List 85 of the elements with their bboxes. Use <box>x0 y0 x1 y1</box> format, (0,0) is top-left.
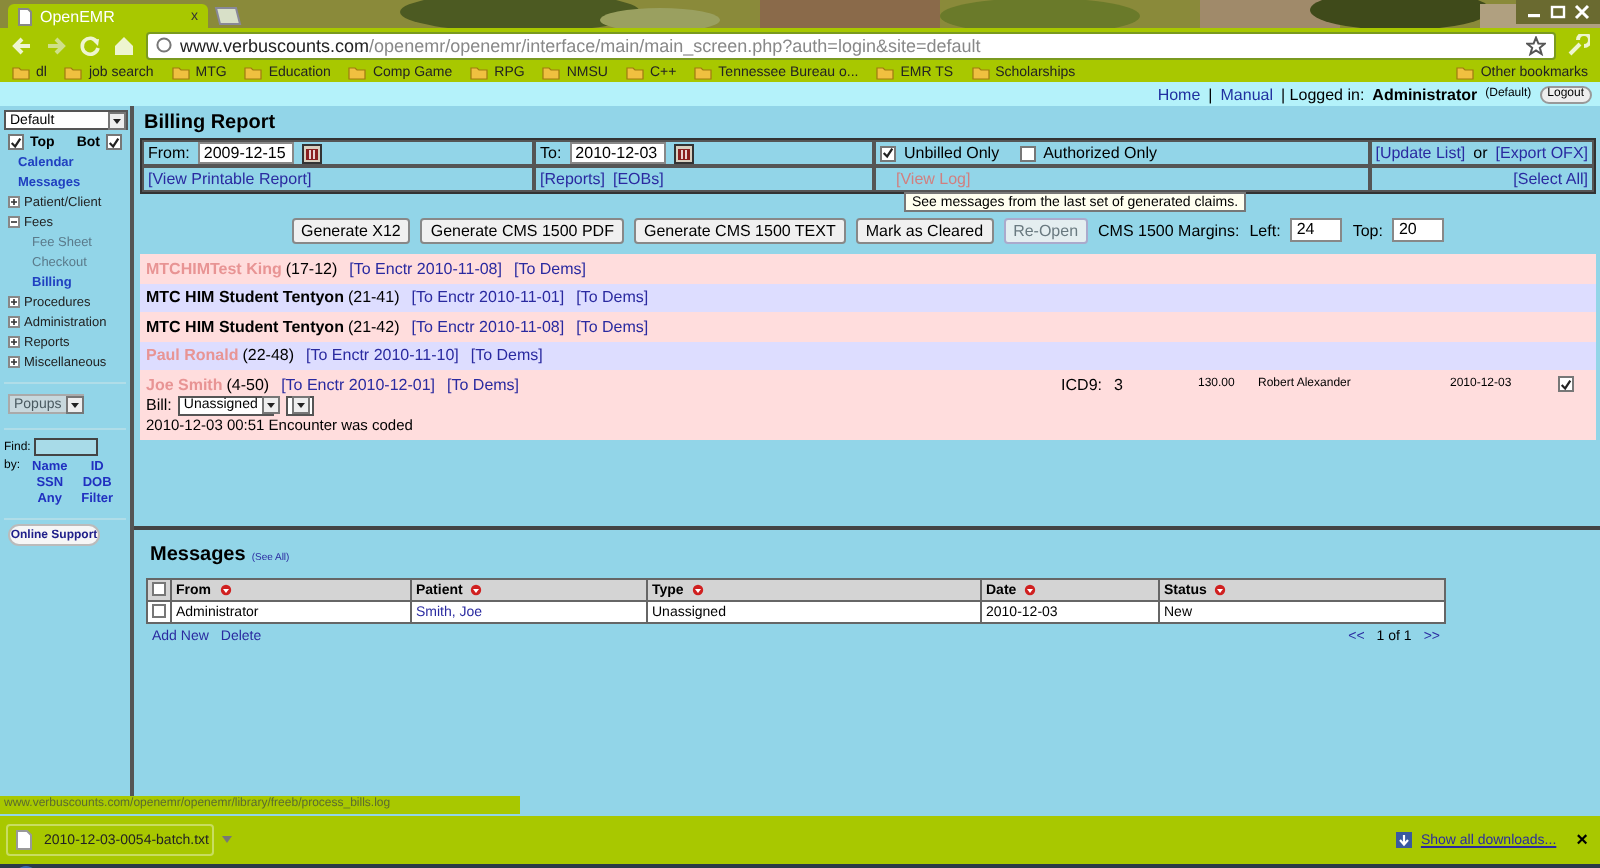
collapse-icon[interactable] <box>8 216 20 228</box>
new-tab-icon[interactable] <box>212 6 244 26</box>
link[interactable]: [To Enctr 2010-11-08] <box>349 259 502 278</box>
sort-icon[interactable] <box>470 584 483 596</box>
user-name: Administrator <box>1372 85 1478 103</box>
icd-code: 3 <box>1114 375 1125 394</box>
link[interactable]: [To Dems] <box>576 288 649 307</box>
caret-icon <box>221 836 231 844</box>
encounter-code: (22-48) <box>242 346 295 365</box>
expand-icon[interactable] <box>8 336 20 348</box>
checkbox[interactable] <box>152 603 166 617</box>
label: ICD9: <box>1061 375 1102 394</box>
link[interactable]: [To Dems] <box>447 375 520 394</box>
link[interactable]: [To Enctr 2010-11-10] <box>306 346 459 365</box>
link[interactable]: [To Enctr 2010-12-01] <box>281 375 436 394</box>
label: or <box>1473 144 1488 162</box>
action-button[interactable]: Generate CMS 1500 TEXT <box>633 217 846 243</box>
sort-icon[interactable] <box>1024 584 1037 596</box>
label: Left: <box>1249 221 1281 239</box>
caret-icon <box>291 396 310 415</box>
nav-link[interactable]: Manual <box>1220 85 1273 103</box>
encounter-code: (17-12) <box>285 259 338 278</box>
encounter-code: (21-41) <box>347 288 400 307</box>
address-bar[interactable]: www.verbuscounts.com/openemr/openemr/interface/main/main_screen.php?auth=login&site=default <box>146 31 1556 59</box>
patient-name[interactable]: MTC HIM Student Tentyon <box>146 288 344 307</box>
url-text: www.verbuscounts.com/openemr/openemr/interface/main/main_screen.php?auth=login&site=default <box>180 35 981 55</box>
calendar-icon[interactable] <box>673 143 694 163</box>
action-button[interactable]: Re-Open <box>1003 217 1089 243</box>
checkbox[interactable] <box>8 134 24 150</box>
label: Bill: <box>146 396 172 415</box>
expand-icon[interactable] <box>8 196 20 208</box>
section-title: Messages <box>148 544 246 570</box>
sort-icon[interactable] <box>219 584 231 596</box>
search-field[interactable] <box>34 438 99 456</box>
number-field[interactable]: 20 <box>1392 218 1445 242</box>
caret-icon <box>108 111 126 129</box>
link[interactable]: [To Dems] <box>470 346 543 365</box>
file-icon <box>16 830 32 850</box>
page-title: Billing Report <box>142 112 278 138</box>
link[interactable]: [To Dems] <box>576 317 649 336</box>
label: Top: <box>1352 221 1383 239</box>
label: CMS 1500 Margins: <box>1098 221 1240 239</box>
link[interactable]: [Export OFX] <box>1495 144 1588 162</box>
link[interactable]: [Update List] <box>1375 144 1466 162</box>
link[interactable]: [Reports] <box>540 170 605 188</box>
label: | <box>1208 85 1213 103</box>
link[interactable]: [To Enctr 2010-11-08] <box>411 317 565 336</box>
checkbox[interactable] <box>152 581 166 595</box>
tab-title: OpenEMR <box>40 7 117 25</box>
caret-icon <box>261 396 280 415</box>
close-icon[interactable] <box>1572 4 1592 20</box>
label: From: <box>148 144 190 162</box>
caret-icon <box>65 395 84 413</box>
label: Unbilled Only <box>904 144 1000 162</box>
encounter-code: (4-50) <box>226 375 270 394</box>
number-field[interactable]: 24 <box>1290 218 1343 242</box>
link[interactable]: [EOBs] <box>612 170 664 188</box>
label: | Logged in: <box>1281 85 1365 103</box>
star-icon[interactable] <box>1526 35 1546 55</box>
date-field[interactable]: 2009-12-15 <box>197 142 294 164</box>
encounter-code: (21-42) <box>347 317 400 336</box>
close-button[interactable]: × <box>1576 829 1588 851</box>
restore-icon[interactable] <box>1548 4 1568 20</box>
download-icon <box>1396 832 1413 848</box>
link[interactable]: [To Enctr 2010-11-01] <box>411 288 565 307</box>
label: To: <box>540 144 562 162</box>
expand-icon[interactable] <box>8 296 20 308</box>
checkbox[interactable] <box>106 134 122 150</box>
action-button[interactable]: Mark as Cleared <box>855 217 994 243</box>
date-field[interactable]: 2010-12-03 <box>569 142 666 164</box>
dropdown[interactable] <box>285 395 314 416</box>
sort-icon[interactable] <box>691 584 704 596</box>
checkbox[interactable] <box>1558 376 1574 393</box>
expand-icon[interactable] <box>8 356 20 368</box>
checkbox[interactable] <box>880 145 896 161</box>
expand-icon[interactable] <box>8 316 20 328</box>
sort-icon[interactable] <box>1214 584 1227 596</box>
checkbox[interactable] <box>1019 145 1036 161</box>
calendar-icon[interactable] <box>301 143 322 163</box>
nav-link[interactable]: Home <box>1157 85 1201 103</box>
patient-name[interactable]: MTC HIM Student Tentyon <box>146 317 344 336</box>
link[interactable]: [To Dems] <box>513 259 586 278</box>
label: Authorized Only <box>1043 144 1157 162</box>
action-button[interactable]: Generate X12 <box>291 217 411 243</box>
action-button[interactable]: Generate CMS 1500 PDF <box>420 217 624 243</box>
